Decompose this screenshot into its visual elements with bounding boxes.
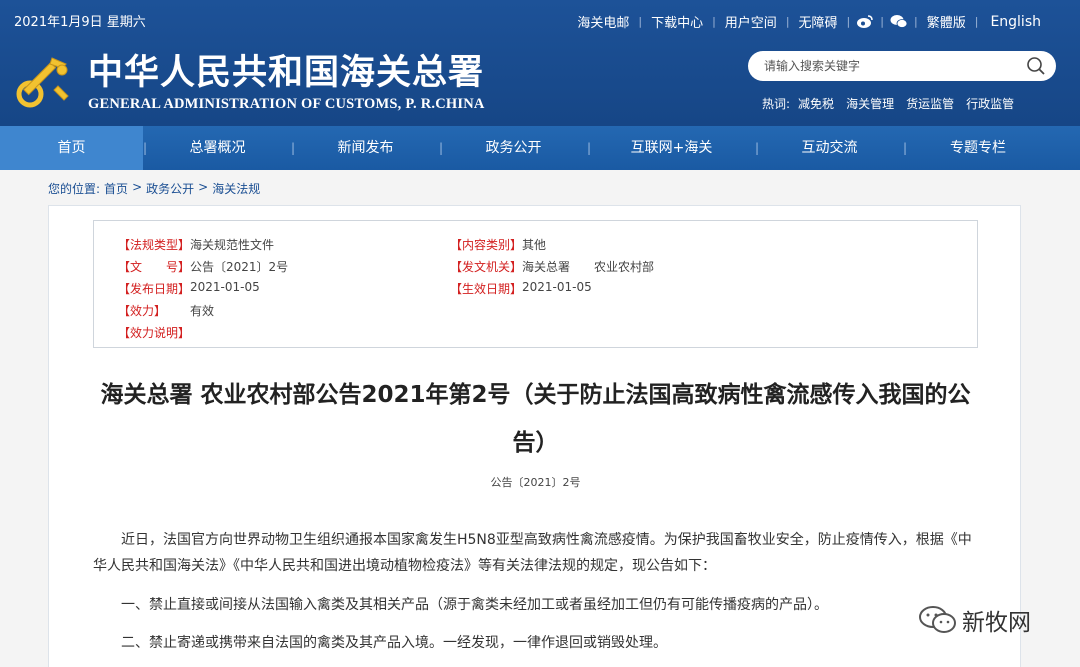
meta-row: 【内容类别】 其他	[450, 236, 546, 253]
meta-value: 公告〔2021〕2号	[190, 260, 289, 274]
document-number: 公告〔2021〕2号	[490, 476, 581, 489]
site-title-chinese: 中华人民共和国海关总署	[88, 52, 485, 93]
breadcrumb-customs-regulations[interactable]: 海关法规	[212, 180, 260, 197]
top-link-accessibility[interactable]: 无障碍	[790, 12, 847, 31]
site-title-english: GENERAL ADMINISTRATION OF CUSTOMS, P. R.…	[88, 96, 485, 112]
wechat-icon[interactable]	[890, 14, 908, 30]
meta-value: 2021-01-05	[190, 280, 260, 294]
meta-key: 【生效日期】	[450, 282, 523, 296]
meta-row: 【文 号】 公告〔2021〕2号	[118, 258, 288, 275]
customs-emblem-logo[interactable]	[12, 50, 78, 116]
breadcrumb-government-affairs[interactable]: 政务公开	[146, 180, 194, 197]
nav-item-internet-plus[interactable]: 互联网+海关	[588, 126, 755, 170]
document-paragraph: 一、禁止直接或间接从法国输入禽类及其相关产品（源于禽类未经加工或者虽经加工但仍有…	[121, 597, 828, 613]
meta-key: 【发文机关】	[450, 260, 523, 274]
meta-value: 其他	[522, 238, 547, 252]
search-box	[748, 51, 1056, 81]
meta-key: 【发布日期】	[118, 282, 191, 296]
nav-item-overview[interactable]: 总署概况	[144, 126, 291, 170]
nav-item-news[interactable]: 新闻发布	[292, 126, 439, 170]
article-panel: 【法规类型】 海关规范性文件 【文 号】 公告〔2021〕2号 【发布日期】 2…	[48, 205, 1021, 667]
site-header: 2021年1月9日 星期六 海关电邮 | 下载中心 | 用户空间 | 无障碍 |…	[0, 0, 1080, 126]
document-title: 海关总署 农业农村部公告2021年第2号（关于防止法国高致病性禽流感传入我国的公…	[100, 382, 971, 456]
watermark-brand: 新牧网	[962, 610, 1031, 636]
current-date: 2021年1月9日 星期六	[14, 15, 146, 30]
breadcrumb-label: 您的位置:	[48, 182, 101, 196]
meta-key: 【内容类别】	[450, 238, 523, 252]
wechat-icon	[918, 604, 958, 636]
traditional-chinese-link[interactable]: 繁體版	[918, 12, 975, 31]
meta-key: 【文 号】	[118, 260, 191, 274]
search-input[interactable]	[764, 56, 1024, 76]
meta-value: 海关规范性文件	[190, 238, 275, 252]
document-meta-box: 【法规类型】 海关规范性文件 【文 号】 公告〔2021〕2号 【发布日期】 2…	[93, 220, 978, 348]
search-icon[interactable]	[1026, 56, 1046, 76]
meta-row: 【发布日期】 2021-01-05	[118, 280, 260, 297]
meta-row: 【生效日期】 2021-01-05	[450, 280, 592, 297]
breadcrumb: 您的位置: 首页 > 政务公开 > 海关法规	[48, 180, 264, 197]
divider: |	[846, 15, 851, 28]
nav-item-interaction[interactable]: 互动交流	[756, 126, 903, 170]
top-link-download[interactable]: 下载中心	[642, 12, 712, 31]
document-paragraph: 二、禁止寄递或携带来自法国的禽类及其产品入境。一经发现，一律作退回或销毁处理。	[121, 635, 667, 651]
meta-value: 海关总署 农业农村部	[522, 260, 655, 274]
main-nav: 首页 | 总署概况 | 新闻发布 | 政务公开 | 互联网+海关 | 互动交流 …	[0, 126, 1080, 170]
meta-row: 【发文机关】 海关总署 农业农村部	[450, 258, 654, 275]
nav-item-government-affairs[interactable]: 政务公开	[440, 126, 587, 170]
divider: |	[880, 15, 884, 28]
hot-word[interactable]: 减免税	[798, 95, 834, 112]
meta-row: 【法规类型】 海关规范性文件	[118, 236, 274, 253]
nav-item-home[interactable]: 首页	[0, 126, 143, 170]
meta-key: 【效力】	[118, 304, 167, 318]
wechat-watermark: 新牧网	[918, 603, 1031, 637]
breadcrumb-home[interactable]: 首页	[104, 180, 128, 197]
nav-item-special-topics[interactable]: 专题专栏	[904, 126, 1052, 170]
hot-words-label: 热词:	[762, 97, 791, 111]
meta-value: 有效	[190, 304, 215, 318]
meta-key: 【效力说明】	[118, 326, 191, 340]
hot-word[interactable]: 货运监管	[906, 95, 954, 112]
breadcrumb-separator: >	[198, 180, 209, 194]
hot-words: 热词: 减免税 海关管理 货运监管 行政监管	[762, 95, 1026, 112]
top-link-email[interactable]: 海关电邮	[568, 12, 638, 31]
meta-key: 【法规类型】	[118, 238, 191, 252]
top-link-user-space[interactable]: 用户空间	[716, 12, 786, 31]
top-links: 海关电邮 | 下载中心 | 用户空间 | 无障碍 | | | 繁體版 | Eng…	[568, 12, 1050, 32]
document-paragraph: 近日，法国官方向世界动物卫生组织通报本国家禽发生H5N8亚型高致病性禽流感疫情。…	[93, 532, 972, 574]
hot-word[interactable]: 海关管理	[846, 95, 894, 112]
meta-row: 【效力说明】	[118, 324, 190, 341]
english-link[interactable]: English	[978, 14, 1050, 30]
hot-word[interactable]: 行政监管	[966, 95, 1014, 112]
weibo-icon[interactable]	[856, 14, 874, 30]
meta-value: 2021-01-05	[522, 280, 592, 294]
meta-row: 【效力】 有效	[118, 302, 214, 319]
breadcrumb-separator: >	[132, 180, 143, 194]
